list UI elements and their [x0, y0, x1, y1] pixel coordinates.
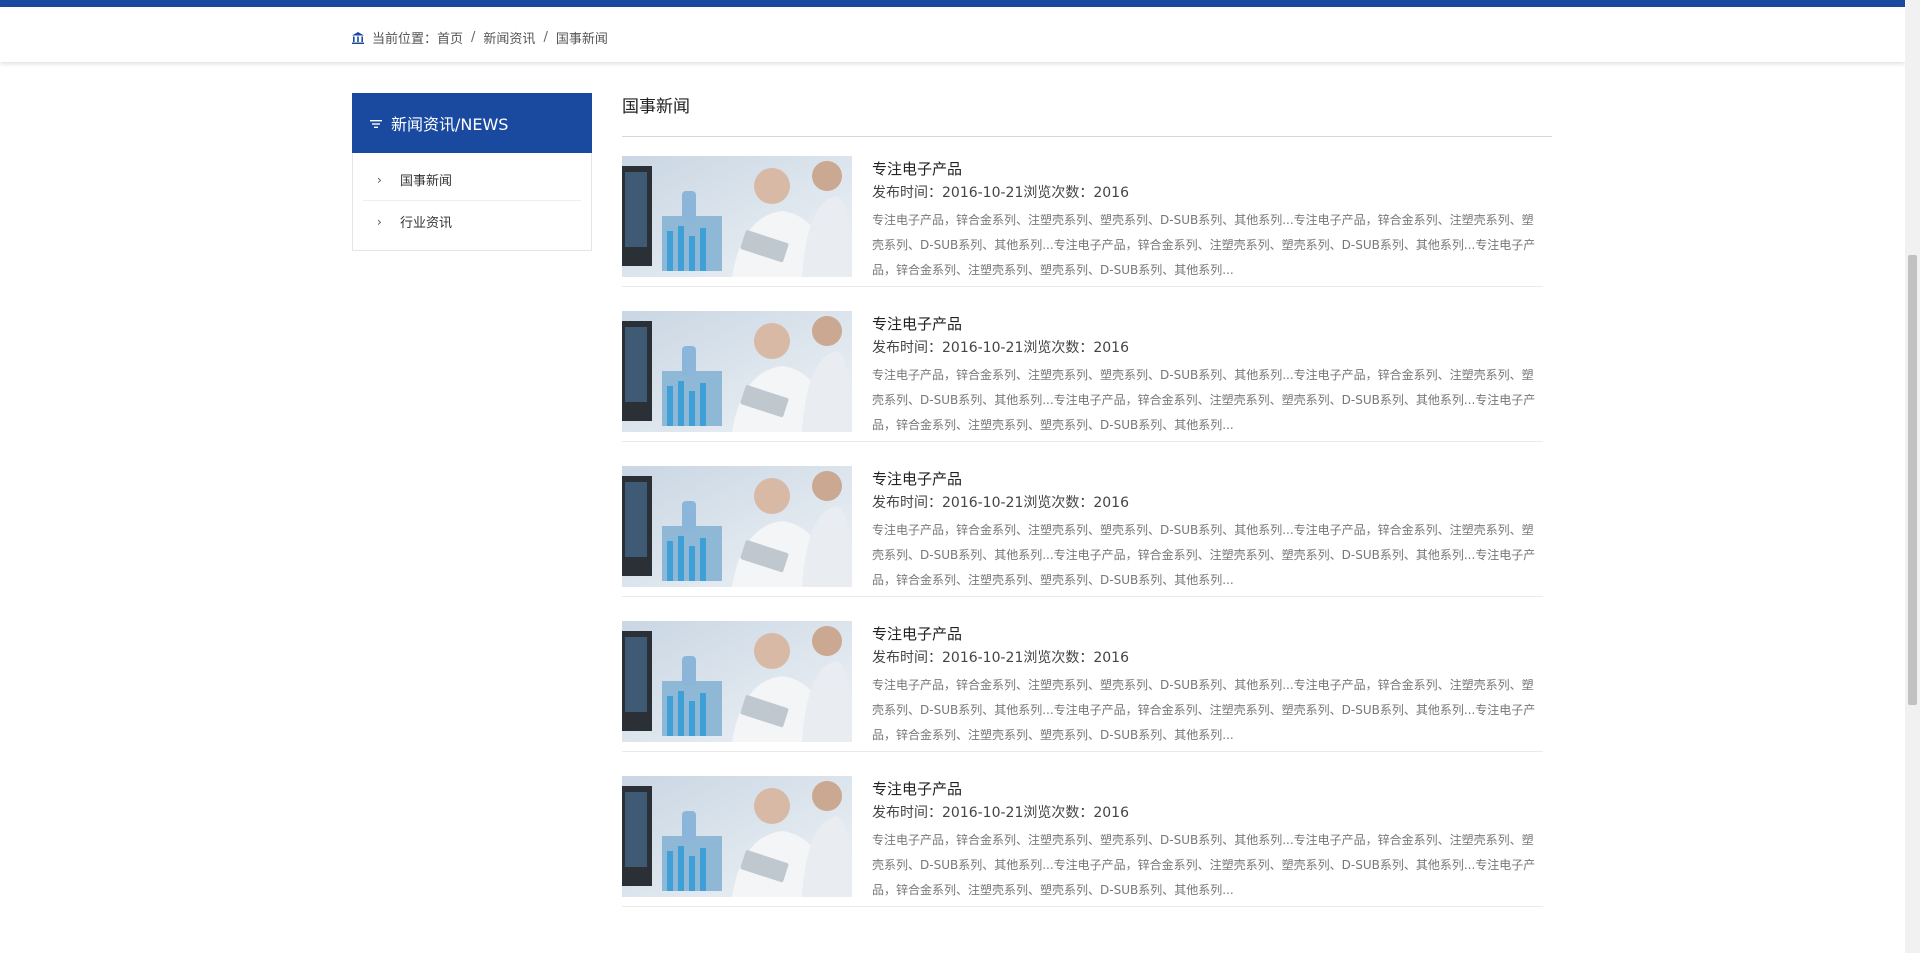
sidebar-item-industry-news[interactable]: › 行业资讯 — [363, 201, 581, 242]
sidebar-header: 新闻资讯/NEWS — [352, 93, 592, 153]
section-title: 国事新闻 — [622, 78, 1552, 137]
breadcrumb-prefix: 当前位置： — [372, 32, 438, 47]
news-text: 专注电子产品 发布时间：2016-10-21浏览次数：2016 专注电子产品，锌… — [872, 311, 1537, 432]
news-text: 专注电子产品 发布时间：2016-10-21浏览次数：2016 专注电子产品，锌… — [872, 156, 1537, 277]
news-text: 专注电子产品 发布时间：2016-10-21浏览次数：2016 专注电子产品，锌… — [872, 621, 1537, 742]
news-meta: 发布时间：2016-10-21浏览次数：2016 — [872, 340, 1129, 356]
news-summary: 专注电子产品，锌合金系列、注塑壳系列、塑壳系列、D-SUB系列、其他系列...专… — [872, 368, 1536, 432]
news-title[interactable]: 专注电子产品 — [872, 468, 1537, 490]
news-text: 专注电子产品 发布时间：2016-10-21浏览次数：2016 专注电子产品，锌… — [872, 466, 1537, 587]
news-thumbnail[interactable] — [622, 156, 852, 277]
breadcrumb: 当前位置： 首页 / 新闻资讯 / 国事新闻 — [351, 28, 608, 47]
news-summary: 专注电子产品，锌合金系列、注塑壳系列、塑壳系列、D-SUB系列、其他系列...专… — [872, 678, 1536, 742]
news-item[interactable]: 专注电子产品 发布时间：2016-10-21浏览次数：2016 专注电子产品，锌… — [622, 156, 1543, 287]
sidebar-item-label: 国事新闻 — [400, 174, 453, 189]
chevron-right-icon: › — [377, 214, 382, 229]
news-item[interactable]: 专注电子产品 发布时间：2016-10-21浏览次数：2016 专注电子产品，锌… — [622, 776, 1543, 907]
news-list: 专注电子产品 发布时间：2016-10-21浏览次数：2016 专注电子产品，锌… — [622, 156, 1552, 907]
home-icon — [351, 31, 365, 45]
news-thumbnail[interactable] — [622, 776, 852, 897]
news-item[interactable]: 专注电子产品 发布时间：2016-10-21浏览次数：2016 专注电子产品，锌… — [622, 311, 1543, 442]
top-accent-bar — [0, 0, 1905, 7]
breadcrumb-current: 国事新闻 — [555, 32, 608, 47]
chevron-right-icon: › — [377, 172, 382, 187]
news-meta: 发布时间：2016-10-21浏览次数：2016 — [872, 185, 1129, 201]
news-item[interactable]: 专注电子产品 发布时间：2016-10-21浏览次数：2016 专注电子产品，锌… — [622, 466, 1543, 597]
news-summary: 专注电子产品，锌合金系列、注塑壳系列、塑壳系列、D-SUB系列、其他系列...专… — [872, 523, 1536, 587]
sidebar-item-national-news[interactable]: › 国事新闻 — [363, 159, 581, 201]
news-thumbnail[interactable] — [622, 621, 852, 742]
news-summary: 专注电子产品，锌合金系列、注塑壳系列、塑壳系列、D-SUB系列、其他系列...专… — [872, 213, 1536, 277]
news-title[interactable]: 专注电子产品 — [872, 778, 1537, 800]
sidebar-item-label: 行业资讯 — [400, 216, 453, 231]
news-text: 专注电子产品 发布时间：2016-10-21浏览次数：2016 专注电子产品，锌… — [872, 776, 1537, 897]
news-meta: 发布时间：2016-10-21浏览次数：2016 — [872, 805, 1129, 821]
breadcrumb-separator: / — [471, 30, 476, 45]
news-summary: 专注电子产品，锌合金系列、注塑壳系列、塑壳系列、D-SUB系列、其他系列...专… — [872, 833, 1536, 897]
main-content: 国事新闻 专注电子产品 发布时间：2016-10-21浏览次数：2016 专注电… — [622, 93, 1552, 907]
breadcrumb-bar: 当前位置： 首页 / 新闻资讯 / 国事新闻 — [0, 7, 1905, 62]
filter-icon — [369, 116, 383, 130]
sidebar-header-title: 新闻资讯/NEWS — [391, 115, 509, 134]
news-thumbnail[interactable] — [622, 466, 852, 587]
breadcrumb-home-link[interactable]: 首页 — [437, 28, 463, 47]
news-title[interactable]: 专注电子产品 — [872, 313, 1537, 335]
breadcrumb-separator: / — [543, 30, 548, 45]
scrollbar[interactable] — [1905, 0, 1920, 953]
sidebar: 新闻资讯/NEWS › 国事新闻 › 行业资讯 — [352, 93, 592, 251]
news-meta: 发布时间：2016-10-21浏览次数：2016 — [872, 650, 1129, 666]
breadcrumb-news-link[interactable]: 新闻资讯 — [483, 28, 535, 47]
sidebar-list: › 国事新闻 › 行业资讯 — [352, 153, 592, 251]
news-title[interactable]: 专注电子产品 — [872, 623, 1537, 645]
news-title[interactable]: 专注电子产品 — [872, 158, 1537, 180]
scrollbar-thumb[interactable] — [1908, 255, 1917, 705]
news-meta: 发布时间：2016-10-21浏览次数：2016 — [872, 495, 1129, 511]
news-thumbnail[interactable] — [622, 311, 852, 432]
news-item[interactable]: 专注电子产品 发布时间：2016-10-21浏览次数：2016 专注电子产品，锌… — [622, 621, 1543, 752]
